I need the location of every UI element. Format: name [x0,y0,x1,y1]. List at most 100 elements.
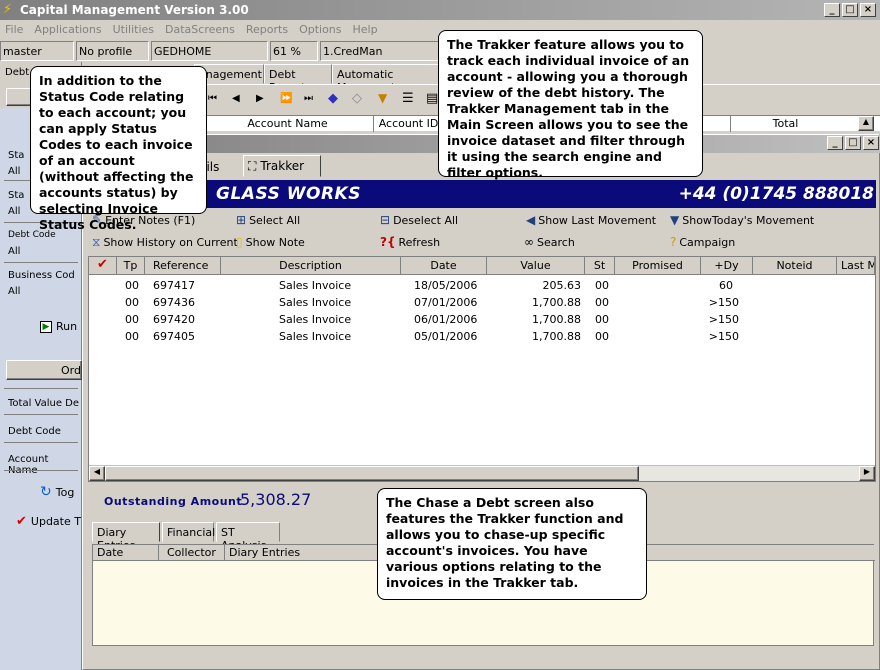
inner-minimize-button[interactable]: _ [827,136,843,150]
col-account-id[interactable]: Account ID [374,116,444,132]
menu-datascreens[interactable]: DataScreens [160,20,241,36]
col-tp[interactable]: Tp [117,257,145,275]
filter-status-value[interactable]: All [8,166,20,177]
col-value[interactable]: Value [487,257,585,275]
select-column-checkmark-icon[interactable]: ✔ [89,257,117,275]
col-noteid[interactable]: Noteid [753,257,837,275]
row1-date[interactable]: 18/05/2006 [414,279,477,292]
order-button[interactable]: Ord [6,360,82,380]
row4-desc[interactable]: Sales Invoice [279,330,351,343]
scroll-right-icon[interactable]: ▶ [859,466,875,481]
minimize-button[interactable]: _ [824,3,840,17]
toggle-button[interactable]: ↻ Tog [40,484,74,500]
row3-desc[interactable]: Sales Invoice [279,313,351,326]
tag-icon[interactable]: ◆ [328,91,338,106]
next-record-icon[interactable]: ▶ [256,93,264,104]
col-diary-entries[interactable]: Diary Entries [225,545,385,561]
row4-ref[interactable]: 697405 [153,330,195,343]
menu-options[interactable]: Options [294,20,347,36]
show-last-movement-button[interactable]: ◀ Show Last Movement [526,213,656,227]
row1-tp[interactable]: 00 [125,279,139,292]
row4-tp[interactable]: 00 [125,330,139,343]
col-last-movement[interactable]: Last Mc [837,257,875,275]
col-dy[interactable]: +Dy [701,257,753,275]
search-button[interactable]: ∞ Search [524,235,575,249]
tab-debt[interactable]: Debt [2,64,32,84]
field-account-name[interactable]: Account Name [8,454,81,476]
scroll-left-icon[interactable]: ◀ [89,466,105,481]
col-reference[interactable]: Reference [145,257,221,275]
last-record-icon[interactable]: ⏭ [304,93,313,104]
col-promised[interactable]: Promised [615,257,701,275]
show-note-button[interactable]: ▯ Show Note [236,235,305,249]
col-diary-date[interactable]: Date [93,545,159,561]
row2-date[interactable]: 07/01/2006 [414,296,477,309]
first-record-icon[interactable]: ⏮ [208,93,217,104]
menu-help[interactable]: Help [348,20,384,36]
filter-status2-value[interactable]: All [8,206,20,217]
select-all-button[interactable]: ⊞ Select All [236,213,300,227]
row3-date[interactable]: 06/01/2006 [414,313,477,326]
row4-value[interactable]: 1,700.88 [489,330,581,343]
scroll-up-icon[interactable]: ▲ [858,116,874,131]
col-diary-collector[interactable]: Collector [159,545,225,561]
row3-tp[interactable]: 00 [125,313,139,326]
campaign-button[interactable]: ? Campaign [670,235,735,249]
menu-utilities[interactable]: Utilities [108,20,160,36]
row4-dy[interactable]: >150 [701,330,739,343]
tab-debt-report[interactable]: Debt Report [264,64,332,94]
col-date[interactable]: Date [401,257,487,275]
filter-icon[interactable]: ▼ [378,91,387,105]
col-st[interactable]: St [585,257,615,275]
row4-st[interactable]: 00 [595,330,609,343]
row1-st[interactable]: 00 [595,279,609,292]
row2-tp[interactable]: 00 [125,296,139,309]
col-account-name[interactable]: Account Name [202,116,374,132]
prev-record-icon[interactable]: ◀ [232,93,240,104]
menu-reports[interactable]: Reports [241,20,294,36]
tab-trakker[interactable]: ⛶ Trakker [243,155,321,177]
row3-ref[interactable]: 697420 [153,313,195,326]
tab-diary-entries[interactable]: Diary Entries [92,522,160,552]
deselect-all-button[interactable]: ⊟ Deselect All [380,213,458,227]
col-description[interactable]: Description [221,257,401,275]
row2-ref[interactable]: 697436 [153,296,195,309]
fast-forward-icon[interactable]: ⏩ [280,93,292,104]
show-today-movement-button[interactable]: ▼ ShowToday's Movement [670,213,814,227]
row3-value[interactable]: 1,700.88 [489,313,581,326]
menu-file[interactable]: File [0,20,29,36]
row3-st[interactable]: 00 [595,313,609,326]
grid-hscrollbar[interactable]: ◀ ▶ [89,465,875,481]
inner-close-button[interactable]: × [863,136,879,150]
field-total-value[interactable]: Total Value De [8,398,79,409]
tab-st-analysis[interactable]: ST Analysis [216,522,280,552]
print-icon[interactable]: ▤ [426,91,438,106]
filter-business-value[interactable]: All [8,286,20,297]
refresh-button[interactable]: ?{Refresh [380,235,440,249]
row1-desc[interactable]: Sales Invoice [279,279,351,292]
tab-automatic-movement[interactable]: Automatic Movement [332,64,442,94]
inner-maximize-button[interactable]: □ [845,136,861,150]
update-button[interactable]: ✔ Update T [16,514,81,529]
menu-applications[interactable]: Applications [29,20,107,36]
row4-date[interactable]: 05/01/2006 [414,330,477,343]
maximize-button[interactable]: □ [842,3,858,17]
row3-dy[interactable]: >150 [701,313,739,326]
row1-value[interactable]: 205.63 [489,279,582,292]
run-button[interactable]: ▶ Run [40,320,77,333]
list-icon[interactable]: ☰ [402,91,414,106]
field-debt-code[interactable]: Debt Code [8,426,61,437]
row1-ref[interactable]: 697417 [153,279,195,292]
filter-debtcode-value[interactable]: All [8,246,20,257]
note-icon[interactable]: ◇ [352,91,362,106]
row1-dy[interactable]: 60 [701,279,733,292]
row2-st[interactable]: 00 [595,296,609,309]
row2-dy[interactable]: >150 [701,296,739,309]
row2-value[interactable]: 1,700.88 [489,296,581,309]
close-button[interactable]: × [860,3,876,17]
row2-desc[interactable]: Sales Invoice [279,296,351,309]
grid-hscroll-thumb[interactable] [105,466,639,481]
col-total[interactable]: Total [730,116,840,132]
show-history-button[interactable]: ⧖ Show History on Current [92,235,238,250]
tab-financial[interactable]: Financial [162,522,215,542]
